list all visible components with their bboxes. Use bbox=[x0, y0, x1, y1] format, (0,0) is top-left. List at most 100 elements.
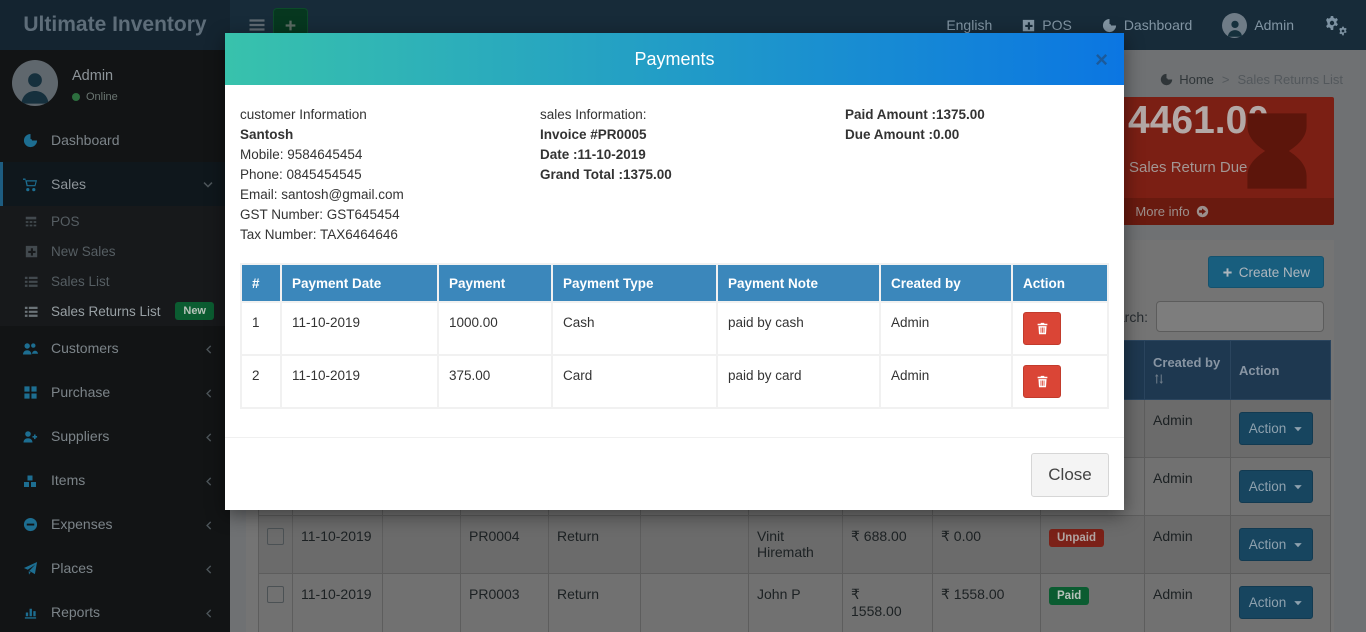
due-amount: Due Amount :0.00 bbox=[845, 125, 1115, 145]
cart-icon bbox=[22, 177, 38, 193]
sidebar-item-pos[interactable]: POS bbox=[0, 206, 230, 236]
chevron-left-icon bbox=[203, 608, 214, 619]
nav-dashboard-link[interactable]: Dashboard bbox=[1102, 17, 1193, 33]
sidebar-item-purchase[interactable]: Purchase bbox=[0, 370, 230, 414]
caret-down-icon bbox=[1293, 482, 1303, 492]
settings-button[interactable] bbox=[1324, 14, 1348, 36]
trash-icon bbox=[1036, 375, 1049, 388]
amount-summary: Paid Amount :1375.00 Due Amount :0.00 bbox=[845, 105, 1115, 145]
sidebar-item-sales-list[interactable]: Sales List bbox=[0, 266, 230, 296]
payment-row: 2 11-10-2019 375.00 Card paid by card Ad… bbox=[242, 356, 1107, 407]
modal-header: Payments × bbox=[225, 33, 1124, 85]
avatar bbox=[1222, 13, 1247, 38]
sidebar-item-new-sales[interactable]: New Sales bbox=[0, 236, 230, 266]
sidebar-user-panel: Admin Online bbox=[0, 50, 230, 118]
sort-icon bbox=[1153, 373, 1165, 385]
online-dot-icon bbox=[72, 93, 80, 101]
breadcrumb-home-link[interactable]: Home bbox=[1160, 72, 1214, 87]
row-action-button[interactable]: Action bbox=[1239, 412, 1313, 445]
arrow-circle-right-icon bbox=[1196, 205, 1209, 218]
payments-table: # Payment Date Payment Payment Type Paym… bbox=[240, 263, 1109, 409]
payments-modal: Payments × customer Information Santosh … bbox=[225, 33, 1124, 510]
paid-amount: Paid Amount :1375.00 bbox=[845, 105, 1115, 125]
user-status: Online bbox=[72, 91, 118, 103]
row-action-button[interactable]: Action bbox=[1239, 586, 1313, 619]
sidebar-user-name: Admin bbox=[72, 68, 118, 84]
sidebar-item-suppliers[interactable]: Suppliers bbox=[0, 414, 230, 458]
users-icon bbox=[22, 341, 38, 357]
sidebar-item-places[interactable]: Places bbox=[0, 546, 230, 590]
dashboard-icon bbox=[1160, 73, 1173, 86]
status-badge: Unpaid bbox=[1049, 529, 1104, 547]
list-icon bbox=[24, 275, 38, 289]
breadcrumb-current: Sales Returns List bbox=[1238, 72, 1344, 87]
chevron-left-icon bbox=[203, 520, 214, 531]
chevron-left-icon bbox=[203, 432, 214, 443]
sidebar-item-customers[interactable]: Customers bbox=[0, 326, 230, 370]
cubes-icon bbox=[22, 473, 38, 489]
person-icon bbox=[1225, 18, 1245, 38]
sidebar-item-reports[interactable]: Reports bbox=[0, 590, 230, 632]
user-menu[interactable]: Admin bbox=[1222, 13, 1294, 38]
plus-icon bbox=[1222, 267, 1233, 278]
caret-down-icon bbox=[1293, 424, 1303, 434]
row-checkbox[interactable] bbox=[267, 528, 284, 545]
sidebar-item-expenses[interactable]: Expenses bbox=[0, 502, 230, 546]
sidebar-item-items[interactable]: Items bbox=[0, 458, 230, 502]
sidebar-item-sales-returns-list[interactable]: Sales Returns List New bbox=[0, 296, 230, 326]
sidebar-item-sales[interactable]: Sales bbox=[0, 162, 230, 206]
customer-information: customer Information Santosh Mobile: 958… bbox=[240, 105, 532, 245]
delete-payment-button[interactable] bbox=[1023, 312, 1061, 345]
dashboard-icon bbox=[1102, 18, 1117, 33]
sales-return-due-label: Sales Return Due bbox=[1129, 159, 1247, 176]
caret-down-icon bbox=[1293, 598, 1303, 608]
modal-title: Payments bbox=[225, 33, 1124, 85]
caret-down-icon bbox=[1293, 540, 1303, 550]
sales-information: sales Information: Invoice #PR0005 Date … bbox=[540, 105, 840, 185]
sidebar: Admin Online Dashboard Sales POS New Sal… bbox=[0, 50, 230, 632]
minus-circle-icon bbox=[23, 517, 38, 532]
create-new-button[interactable]: Create New bbox=[1208, 256, 1324, 288]
language-menu[interactable]: English bbox=[946, 17, 992, 33]
row-action-button[interactable]: Action bbox=[1239, 470, 1313, 503]
chevron-left-icon bbox=[203, 388, 214, 399]
dashboard-icon bbox=[23, 133, 38, 148]
sidebar-item-dashboard[interactable]: Dashboard bbox=[0, 118, 230, 162]
table-row: 11-10-2019PR0003 ReturnJohn P ₹ 1558.00₹… bbox=[259, 574, 1331, 632]
avatar bbox=[12, 60, 58, 106]
nav-pos-link[interactable]: POS bbox=[1022, 17, 1072, 33]
breadcrumb-separator: > bbox=[1222, 72, 1230, 87]
chevron-left-icon bbox=[203, 564, 214, 575]
gear-icon-small bbox=[1338, 26, 1348, 36]
table-row: 11-10-2019PR0004 ReturnVinit Hiremath ₹ … bbox=[259, 516, 1331, 574]
modal-footer-divider bbox=[225, 437, 1124, 438]
row-action-button[interactable]: Action bbox=[1239, 528, 1313, 561]
person-icon bbox=[16, 68, 54, 106]
column-header-action: Action bbox=[1231, 341, 1331, 400]
chevron-down-icon bbox=[202, 179, 214, 191]
row-checkbox[interactable] bbox=[267, 586, 284, 603]
new-badge: New bbox=[175, 302, 214, 320]
paper-plane-icon bbox=[23, 561, 38, 576]
sales-submenu: POS New Sales Sales List Sales Returns L… bbox=[0, 206, 230, 326]
column-header-created-by[interactable]: Created by bbox=[1145, 341, 1231, 400]
app-brand[interactable]: Ultimate Inventory bbox=[0, 0, 230, 50]
user-plus-icon bbox=[22, 429, 38, 445]
close-button[interactable]: Close bbox=[1031, 453, 1109, 497]
payments-table-header: # Payment Date Payment Payment Type Paym… bbox=[242, 265, 1107, 301]
hourglass-icon bbox=[1234, 103, 1320, 199]
payment-row: 1 11-10-2019 1000.00 Cash paid by cash A… bbox=[242, 303, 1107, 354]
search-input[interactable] bbox=[1156, 301, 1324, 332]
delete-payment-button[interactable] bbox=[1023, 365, 1061, 398]
chevron-left-icon bbox=[203, 344, 214, 355]
list-icon bbox=[24, 305, 38, 319]
breadcrumb: Home > Sales Returns List bbox=[1160, 72, 1343, 87]
plus-square-icon bbox=[1022, 19, 1035, 32]
bar-chart-icon bbox=[23, 605, 38, 620]
status-badge: Paid bbox=[1049, 587, 1089, 605]
chevron-left-icon bbox=[203, 476, 214, 487]
plus-square-icon bbox=[25, 245, 38, 258]
close-icon[interactable]: × bbox=[1095, 33, 1108, 85]
calculator-icon bbox=[24, 215, 38, 229]
grid-icon bbox=[23, 385, 38, 400]
